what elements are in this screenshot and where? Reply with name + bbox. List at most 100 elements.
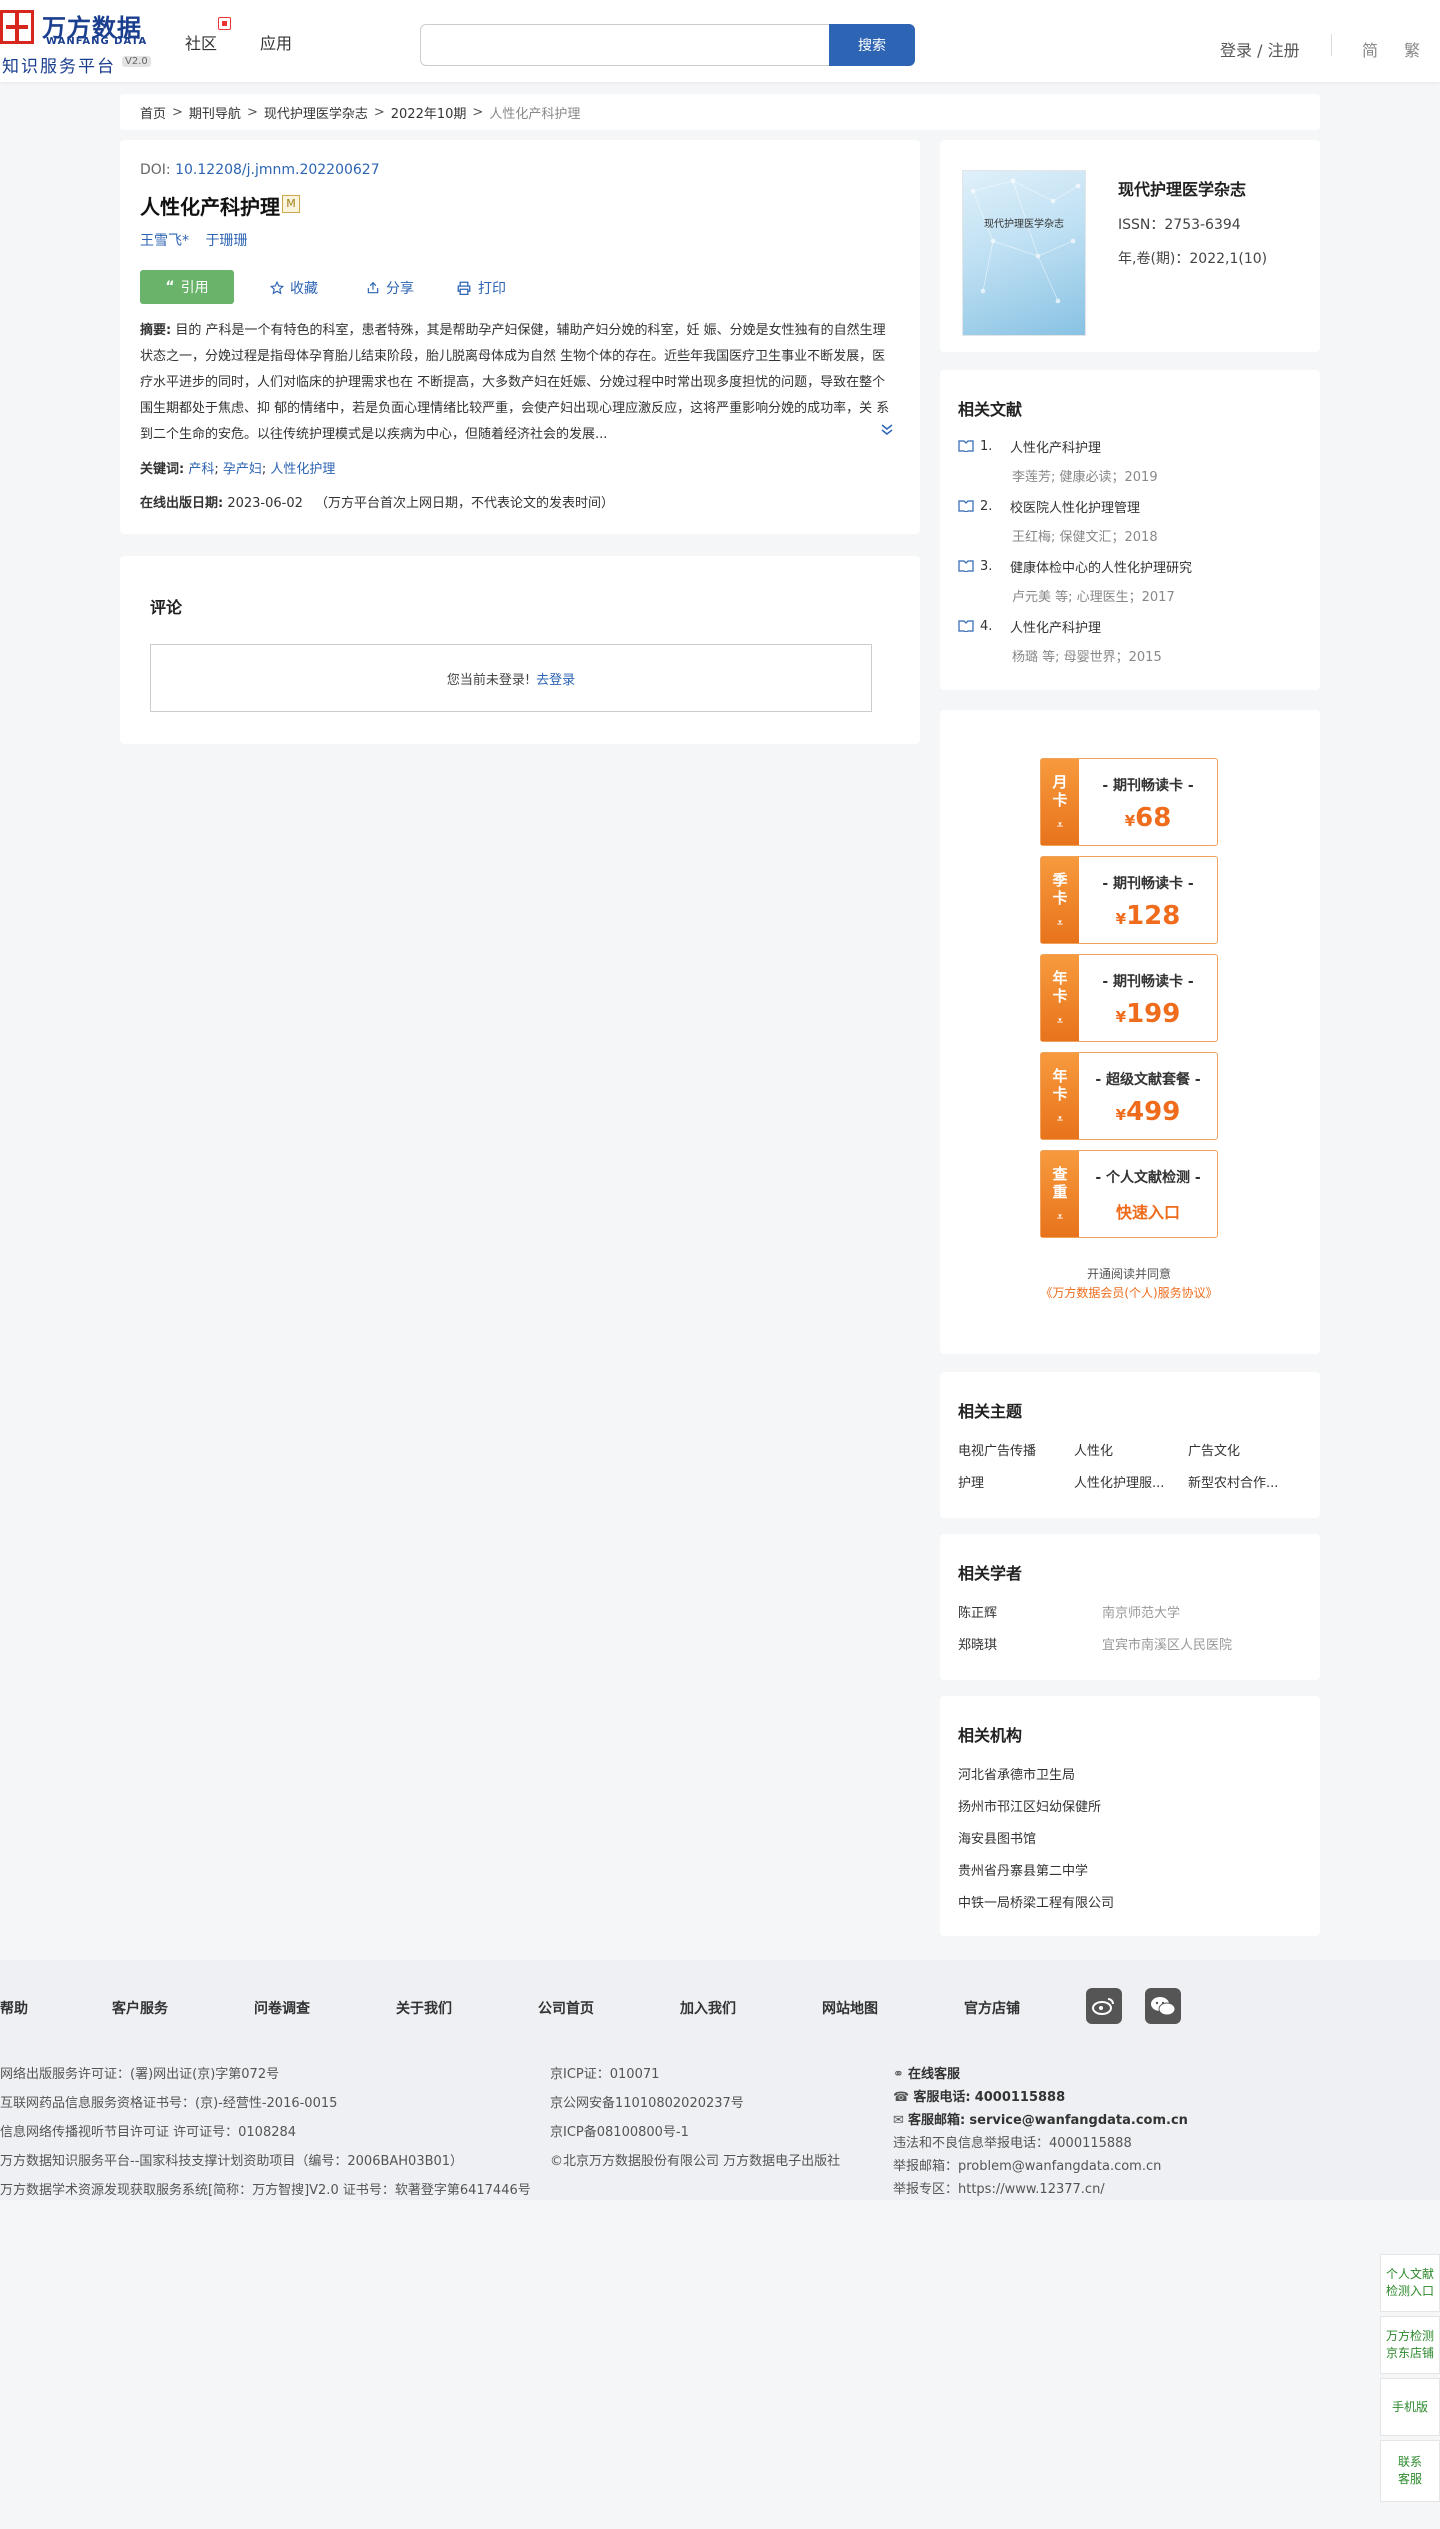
promo-super-package-card[interactable]: 年卡 ⩡ - 超级文献套餐 - ¥499 bbox=[1040, 1052, 1218, 1140]
keyword-link[interactable]: 孕产妇 bbox=[223, 462, 262, 477]
footer-nav-survey[interactable]: 问卷调查 bbox=[254, 1998, 310, 2018]
org-link[interactable]: 贵州省丹寨县第二中学 bbox=[958, 1860, 1088, 1879]
headset-icon: ⚭ bbox=[893, 2067, 904, 2082]
footer-nav-join[interactable]: 加入我们 bbox=[680, 1998, 736, 2018]
side-mobile-version[interactable]: 手机版 bbox=[1380, 2378, 1440, 2436]
footer-icp[interactable]: 京ICP备08100800号-1 bbox=[550, 2121, 689, 2140]
org-link[interactable]: 海安县图书馆 bbox=[958, 1828, 1036, 1847]
promo-name: - 超级文献套餐 - bbox=[1095, 1072, 1201, 1088]
favorite-button[interactable]: 收藏 bbox=[270, 278, 318, 298]
breadcrumb-sep: > bbox=[472, 104, 484, 120]
scholar-name[interactable]: 陈正辉 bbox=[958, 1602, 997, 1621]
expand-abstract-icon[interactable] bbox=[880, 422, 894, 440]
footer-icp[interactable]: 京公网安备11010802020237号 bbox=[550, 2092, 744, 2111]
search-input[interactable] bbox=[420, 24, 830, 66]
nav-apps[interactable]: 应用 bbox=[260, 30, 292, 54]
org-link[interactable]: 扬州市邗江区妇幼保健所 bbox=[958, 1796, 1101, 1815]
promo-price: ¥199 bbox=[1115, 999, 1181, 1029]
related-doc-item: 4. 人性化产科护理 杨璐 等; 母婴世界；2015 bbox=[958, 616, 1298, 665]
related-doc-title[interactable]: 校医院人性化护理管理 bbox=[1010, 497, 1140, 516]
promo-price: ¥68 bbox=[1124, 803, 1172, 833]
header-divider bbox=[1331, 34, 1332, 56]
book-icon bbox=[958, 560, 974, 572]
footer-online-service[interactable]: ⚭ 在线客服 bbox=[893, 2063, 960, 2082]
wanfang-logo[interactable]: 万方数据 WANFANG DATA 知识服务平台 V2.0 bbox=[0, 8, 160, 77]
quick-entry-link[interactable]: 快速入口 bbox=[1079, 1199, 1217, 1223]
topic-link[interactable]: 新型农村合作... bbox=[1188, 1472, 1288, 1491]
go-login-link[interactable]: 去登录 bbox=[536, 669, 575, 688]
org-link[interactable]: 中铁一局桥梁工程有限公司 bbox=[958, 1892, 1114, 1911]
breadcrumb-journal[interactable]: 现代护理医学杂志 bbox=[264, 103, 368, 122]
printer-icon bbox=[457, 281, 471, 295]
search-button[interactable]: 搜索 bbox=[829, 24, 915, 66]
related-doc-meta: 杨璐 等; 母婴世界；2015 bbox=[1012, 650, 1162, 665]
topic-link[interactable]: 广告文化 bbox=[1188, 1440, 1288, 1459]
double-down-arrow-icon: ⩡ bbox=[1057, 1212, 1063, 1223]
footer-nav-company-home[interactable]: 公司首页 bbox=[538, 1998, 594, 2018]
author-list: 王雪飞* 于珊珊 bbox=[140, 230, 259, 250]
lang-traditional[interactable]: 繁 bbox=[1404, 37, 1420, 61]
related-docs-title: 相关文献 bbox=[958, 400, 1023, 419]
doi-link[interactable]: 10.12208/j.jmnm.202200627 bbox=[175, 162, 380, 178]
keyword-link[interactable]: 产科 bbox=[188, 462, 214, 477]
promo-plagiarism-check-card[interactable]: 查重 ⩡ - 个人文献检测 - 快速入口 bbox=[1040, 1150, 1218, 1238]
wechat-icon[interactable] bbox=[1145, 1988, 1181, 2024]
footer-nav-official-store[interactable]: 官方店铺 bbox=[964, 1998, 1020, 2018]
side-contact-service[interactable]: 联系 客服 bbox=[1380, 2440, 1440, 2502]
journal-cover-image[interactable]: 现代护理医学杂志 bbox=[962, 170, 1086, 336]
lang-simplified[interactable]: 简 bbox=[1362, 37, 1378, 61]
author-link[interactable]: 于珊珊 bbox=[205, 233, 247, 249]
topic-link[interactable]: 人性化护理服... bbox=[1074, 1472, 1174, 1491]
nav-community[interactable]: 社区 bbox=[185, 30, 217, 54]
journal-name[interactable]: 现代护理医学杂志 bbox=[1118, 176, 1246, 200]
scholar-name[interactable]: 郑晓琪 bbox=[958, 1634, 997, 1653]
service-agreement-link[interactable]: 《万方数据会员(个人)服务协议》 bbox=[940, 1284, 1318, 1301]
print-label: 打印 bbox=[478, 281, 506, 297]
footer-report-area[interactable]: 举报专区：https://www.12377.cn/ bbox=[893, 2178, 1105, 2197]
footer-license: 信息网络传播视听节目许可证 许可证号：0108284 bbox=[0, 2125, 297, 2140]
promo-monthly-card[interactable]: 月卡 ⩡ - 期刊畅读卡 - ¥68 bbox=[1040, 758, 1218, 846]
side-jd-store[interactable]: 万方检测 京东店铺 bbox=[1380, 2316, 1440, 2374]
footer-phone: ☎ 客服电话: 4000115888 bbox=[893, 2090, 1066, 2105]
footer-nav-about[interactable]: 关于我们 bbox=[396, 1998, 452, 2018]
phone-icon: ☎ bbox=[893, 2090, 910, 2105]
related-doc-title[interactable]: 健康体检中心的人性化护理研究 bbox=[1010, 557, 1192, 576]
journal-year-issue: 年,卷(期)：2022,1(10) bbox=[1118, 251, 1268, 267]
related-doc-title[interactable]: 人性化产科护理 bbox=[1010, 437, 1101, 456]
breadcrumb-home[interactable]: 首页 bbox=[140, 103, 166, 122]
breadcrumb-journal-nav[interactable]: 期刊导航 bbox=[189, 103, 241, 122]
promo-note: 开通阅读并同意 bbox=[1086, 1267, 1171, 1281]
footer-icp[interactable]: 京ICP证：010071 bbox=[550, 2063, 659, 2082]
keyword-link[interactable]: 人性化护理 bbox=[270, 462, 335, 477]
footer-nav-help[interactable]: 帮助 bbox=[0, 1998, 28, 2018]
breadcrumb-sep: > bbox=[172, 104, 183, 120]
comments-login-box: 您当前未登录! 去登录 bbox=[150, 644, 872, 712]
share-button[interactable]: 分享 bbox=[366, 278, 414, 298]
promo-annual-card[interactable]: 年卡 ⩡ - 期刊畅读卡 - ¥199 bbox=[1040, 954, 1218, 1042]
pubdate-line: 在线出版日期: 2023-06-02 （万方平台首次上网日期，不代表论文的发表时… bbox=[140, 492, 614, 511]
topic-link[interactable]: 电视广告传播 bbox=[958, 1440, 1058, 1459]
promo-quarterly-card[interactable]: 季卡 ⩡ - 期刊畅读卡 - ¥128 bbox=[1040, 856, 1218, 944]
footer-email[interactable]: ✉ 客服邮箱: service@wanfangdata.com.cn bbox=[893, 2109, 1188, 2128]
journal-issn: ISSN：2753-6394 bbox=[1118, 217, 1241, 233]
footer-nav-customer-service[interactable]: 客户服务 bbox=[112, 1998, 168, 2018]
footer-report-phone: 违法和不良信息举报电话：4000115888 bbox=[893, 2136, 1132, 2151]
breadcrumb-current: 人性化产科护理 bbox=[489, 106, 581, 122]
breadcrumb-issue[interactable]: 2022年10期 bbox=[391, 103, 467, 122]
topic-link[interactable]: 人性化 bbox=[1074, 1440, 1174, 1459]
promo-card: 月卡 ⩡ - 期刊畅读卡 - ¥68 季卡 ⩡ - 期刊畅读卡 - ¥128 年卡 ⩡… bbox=[940, 710, 1320, 1354]
org-link[interactable]: 河北省承德市卫生局 bbox=[958, 1764, 1075, 1783]
print-button[interactable]: 打印 bbox=[456, 278, 506, 298]
login-register-link[interactable]: 登录 / 注册 bbox=[1220, 37, 1300, 61]
abstract-body: 目的 产科是一个有特色的科室，患者特殊，其是帮助孕产妇保健，辅助产妇分娩的科室，… bbox=[140, 323, 890, 442]
related-doc-title[interactable]: 人性化产科护理 bbox=[1010, 617, 1101, 636]
author-link[interactable]: 王雪飞* bbox=[140, 233, 189, 249]
footer-nav-sitemap[interactable]: 网站地图 bbox=[822, 1998, 878, 2018]
weibo-icon[interactable] bbox=[1086, 1988, 1122, 2024]
side-personal-check-entry[interactable]: 个人文献 检测入口 bbox=[1380, 2254, 1440, 2312]
quote-icon: “ bbox=[165, 279, 175, 295]
related-topics-card: 相关主题 电视广告传播 人性化 广告文化 护理 人性化护理服... 新型农村合作… bbox=[940, 1372, 1320, 1518]
cite-button[interactable]: “ 引用 bbox=[140, 270, 234, 304]
journal-card: 现代护理医学杂志 现代护理医学杂志 ISSN：2753-6394 年,卷(期)：… bbox=[940, 140, 1320, 352]
topic-link[interactable]: 护理 bbox=[958, 1472, 1058, 1491]
